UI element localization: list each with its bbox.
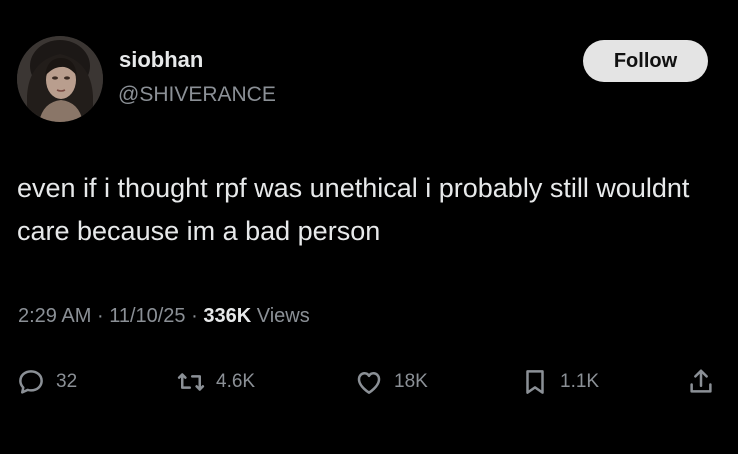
user-handle[interactable]: @SHIVERANCE (118, 83, 276, 107)
tweet-text: even if i thought rpf was unethical i pr… (17, 173, 690, 246)
meta-separator: · (96, 305, 104, 327)
share-icon (686, 367, 716, 397)
tweet-date[interactable]: 11/10/25 (109, 305, 185, 327)
tweet-meta: 2:29 AM · 11/10/25 · 336K Views (18, 305, 310, 328)
bookmark-icon (520, 367, 550, 397)
reply-count: 32 (56, 371, 78, 392)
avatar-photo (17, 36, 103, 122)
reply-button[interactable]: 32 (16, 360, 77, 404)
tweet-card: siobhan @SHIVERANCE Follow even if i tho… (0, 0, 738, 454)
follow-button[interactable]: Follow (583, 40, 708, 82)
retweet-count: 4.6K (216, 371, 256, 392)
retweet-icon (176, 367, 206, 397)
reply-icon (16, 367, 46, 397)
retweet-button[interactable]: 4.6K (176, 360, 255, 404)
bookmark-button[interactable]: 1.1K (520, 360, 599, 404)
like-button[interactable]: 18K (354, 360, 428, 404)
like-count: 18K (394, 371, 428, 392)
display-name[interactable]: siobhan (119, 47, 203, 73)
action-bar: 32 4.6K 18K 1.1K (0, 360, 738, 404)
bookmark-count: 1.1K (560, 371, 600, 392)
share-button[interactable] (686, 360, 716, 404)
tweet-time[interactable]: 2:29 AM (18, 305, 91, 327)
heart-icon (354, 367, 384, 397)
views-count: 336K (203, 305, 252, 327)
meta-separator: · (191, 305, 198, 327)
avatar[interactable] (17, 36, 103, 122)
views-label: Views (256, 305, 310, 327)
